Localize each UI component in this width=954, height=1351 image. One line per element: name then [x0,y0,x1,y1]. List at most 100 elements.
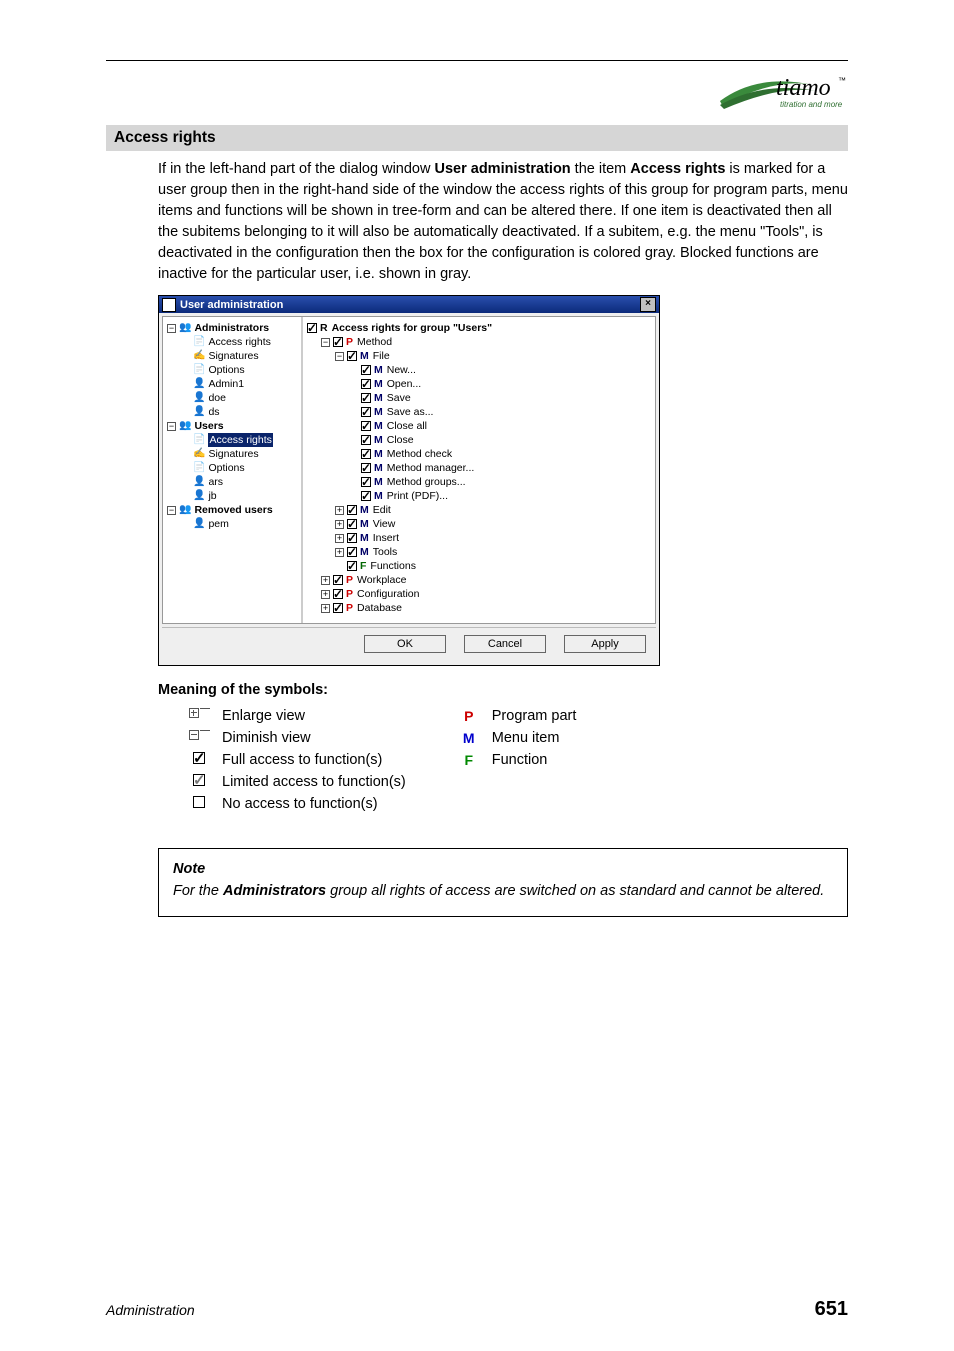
tree-label: Users [194,419,223,433]
collapse-icon[interactable]: − [167,324,176,333]
tree-item[interactable]: +MInsert [335,531,651,545]
expand-icon[interactable]: + [335,506,344,515]
tree-item[interactable]: 👤doe [181,391,297,405]
tree-item[interactable]: MClose [349,433,651,447]
symbol-letter: P [464,708,473,724]
tree-item[interactable]: MPrint (PDF)... [349,489,651,503]
tree-item[interactable]: MOpen... [349,377,651,391]
tree-item[interactable]: 👤ars [181,475,297,489]
checkbox-icon[interactable] [361,421,371,431]
expand-icon[interactable]: + [335,548,344,557]
tree-item[interactable]: ✍Signatures [181,447,297,461]
symbol-letter: F [464,752,473,768]
tree-item[interactable]: +PDatabase [321,601,651,615]
expand-icon[interactable]: + [321,576,330,585]
checkbox-icon[interactable] [347,547,357,557]
collapse-icon[interactable]: − [335,352,344,361]
tree-item[interactable]: −PMethod [321,335,651,349]
checkbox-icon[interactable] [361,435,371,445]
symbol-row: P Program part [446,708,577,724]
tree-label: File [373,349,390,363]
tree-label: Admin1 [208,377,244,391]
checkbox-icon[interactable] [361,365,371,375]
tree-item[interactable]: −MFile [335,349,651,363]
logo-area: tiamo ™ titration and more [106,71,848,115]
checkbox-icon[interactable] [307,323,317,333]
tree-group-removed[interactable]: −👥Removed users [167,503,297,517]
tree-group-admins[interactable]: −👥Administrators [167,321,297,335]
tree-item[interactable]: +MView [335,517,651,531]
diminish-icon [176,730,222,740]
tree-item[interactable]: MSave as... [349,405,651,419]
tree-item[interactable]: +MTools [335,545,651,559]
collapse-icon[interactable]: − [167,422,176,431]
checkbox-icon[interactable] [361,477,371,487]
checkbox-icon[interactable] [333,589,343,599]
tree-item[interactable]: ✍Signatures [181,349,297,363]
tree-label: doe [208,391,226,405]
checkbox-icon[interactable] [361,463,371,473]
tree-item[interactable]: +MEdit [335,503,651,517]
tree-item[interactable]: 👤jb [181,489,297,503]
tree-item[interactable]: +PConfiguration [321,587,651,601]
expand-icon[interactable]: + [335,534,344,543]
symbol-row: No access to function(s) [176,796,406,812]
dialog-titlebar[interactable]: User administration × [159,296,659,313]
checkbox-empty-icon [176,796,222,808]
apply-button[interactable]: Apply [564,635,646,653]
tree-item[interactable]: FFunctions [335,559,651,573]
tree-item[interactable]: MMethod manager... [349,461,651,475]
tree-group-users[interactable]: −👥Users [167,419,297,433]
expand-icon[interactable]: + [321,590,330,599]
right-tree[interactable]: RAccess rights for group "Users" −PMetho… [303,317,655,623]
checkbox-icon[interactable] [361,379,371,389]
checkbox-icon[interactable] [347,351,357,361]
tree-item[interactable]: 📄Options [181,461,297,475]
collapse-icon[interactable]: − [321,338,330,347]
tree-item[interactable]: 📄Options [181,363,297,377]
cancel-button[interactable]: Cancel [464,635,546,653]
checkbox-icon[interactable] [347,505,357,515]
doc-icon: 📄 [193,363,205,377]
tree-item[interactable]: 👤Admin1 [181,377,297,391]
tree-item[interactable]: MMethod check [349,447,651,461]
tree-item[interactable]: MClose all [349,419,651,433]
checkbox-icon[interactable] [361,393,371,403]
checkbox-icon[interactable] [347,561,357,571]
user-icon: 👤 [193,517,205,531]
text: User administration [434,161,570,177]
tree-item[interactable]: MSave [349,391,651,405]
group-icon: 👥 [179,321,191,335]
checkbox-icon[interactable] [361,491,371,501]
tree-item[interactable]: +PWorkplace [321,573,651,587]
tree-item[interactable]: 📄Access rights [181,335,297,349]
symbol-row: Limited access to function(s) [176,774,406,790]
tree-label: Configuration [357,587,419,601]
tree-item[interactable]: MNew... [349,363,651,377]
text: the item [571,161,631,177]
checkbox-icon[interactable] [333,337,343,347]
checkbox-icon[interactable] [333,575,343,585]
collapse-icon[interactable]: − [167,506,176,515]
tree-item-selected[interactable]: 📄Access rights [181,433,297,447]
footer-section: Administration [106,1302,195,1318]
left-tree[interactable]: −👥Administrators 📄Access rights ✍Signatu… [163,317,303,623]
sign-icon: ✍ [193,447,205,461]
rights-root[interactable]: RAccess rights for group "Users" [307,321,651,335]
tree-item[interactable]: 👤ds [181,405,297,419]
checkbox-icon[interactable] [361,407,371,417]
expand-icon[interactable]: + [321,604,330,613]
checkbox-icon[interactable] [361,449,371,459]
tree-item[interactable]: MMethod groups... [349,475,651,489]
close-icon[interactable]: × [640,297,656,312]
expand-icon[interactable]: + [335,520,344,529]
checkbox-icon[interactable] [333,603,343,613]
checkbox-icon[interactable] [347,519,357,529]
logo-brand: tiamo [776,75,831,101]
checkbox-icon[interactable] [347,533,357,543]
tree-label: Method [357,335,392,349]
ok-button[interactable]: OK [364,635,446,653]
tree-label: Removed users [194,503,272,517]
tree-item[interactable]: 👤pem [181,517,297,531]
user-icon: 👤 [193,405,205,419]
